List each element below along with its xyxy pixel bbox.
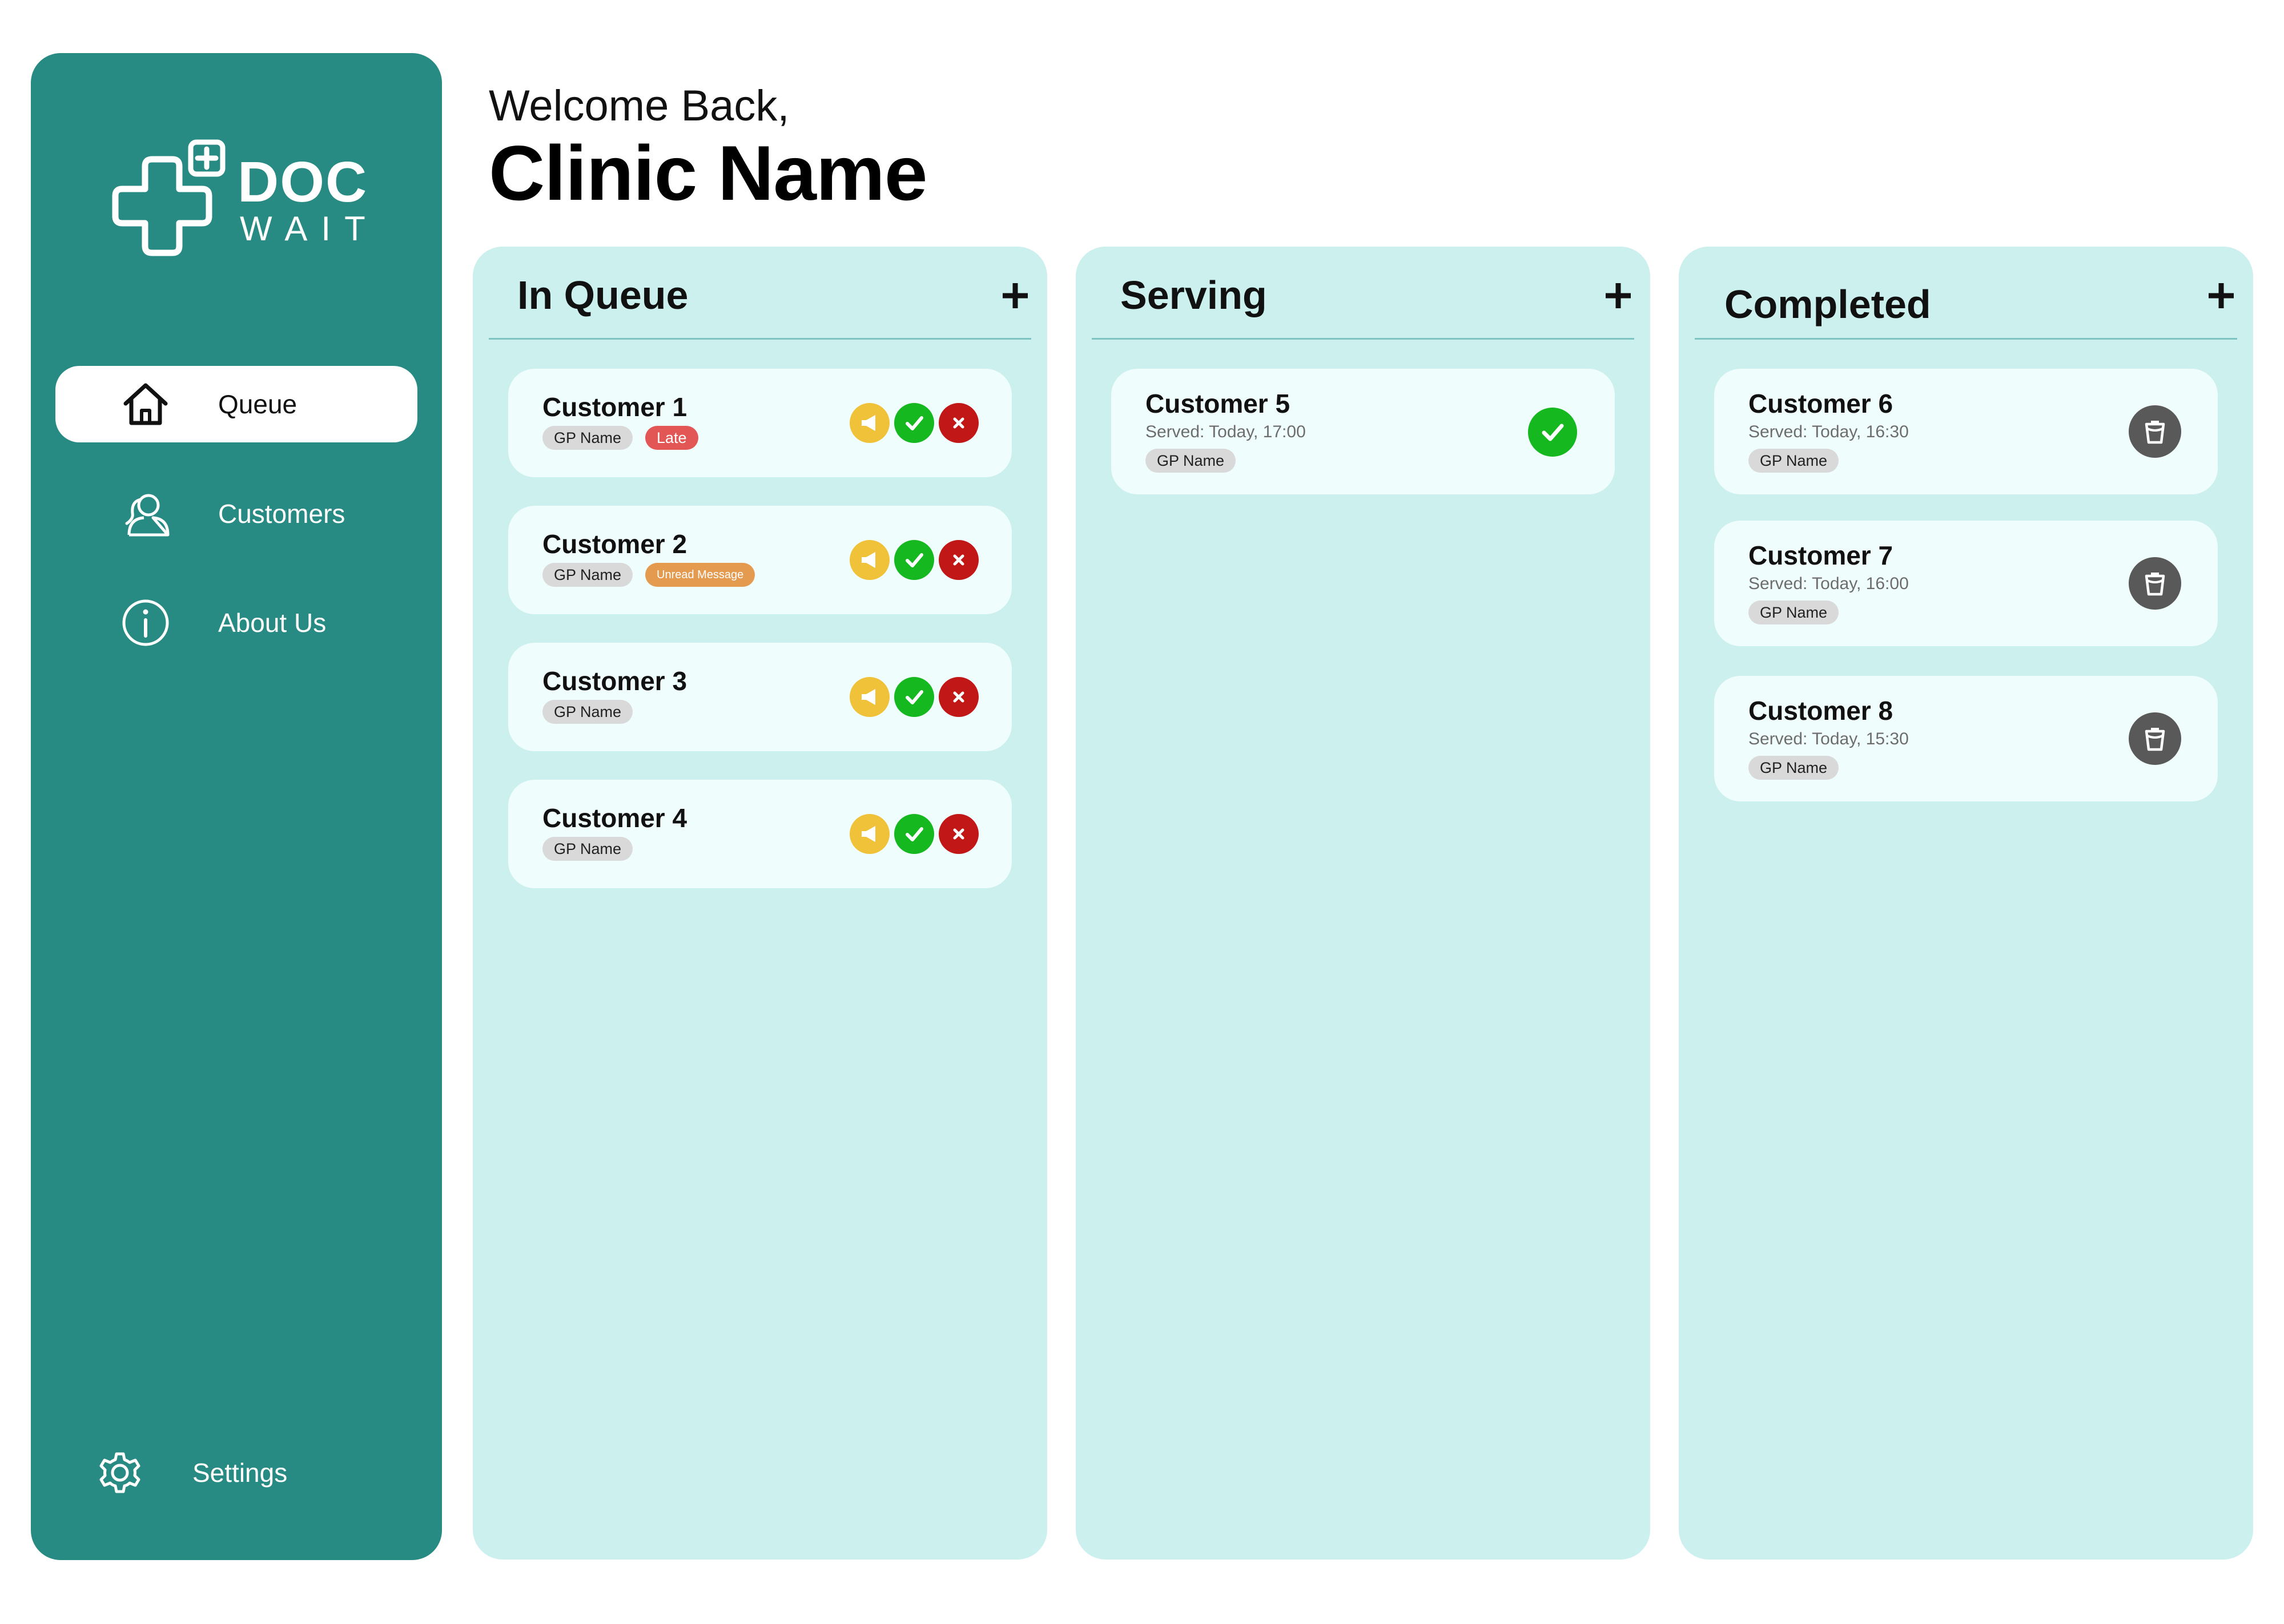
queue-card[interactable]: Customer 4 GP Name [508, 780, 1012, 888]
users-icon [125, 494, 170, 537]
completed-card[interactable]: Customer 8 Served: Today, 15:30 GP Name [1714, 676, 2218, 801]
unread-message-badge: Unread Message [645, 563, 755, 587]
card-actions [850, 677, 979, 717]
gp-name-badge: GP Name [542, 563, 633, 587]
gp-name-badge: GP Name [542, 426, 633, 450]
customer-name: Customer 4 [542, 803, 687, 833]
sidebar-item-about-us[interactable]: About Us [55, 585, 417, 661]
reject-button[interactable] [939, 540, 979, 580]
customer-name: Customer 7 [1748, 541, 1893, 570]
completed-card[interactable]: Customer 6 Served: Today, 16:30 GP Name [1714, 369, 2218, 494]
close-icon [953, 828, 964, 840]
notify-button[interactable] [850, 403, 890, 443]
home-icon [123, 383, 168, 425]
queue-card[interactable]: Customer 1 GP Name Late [508, 369, 1012, 477]
megaphone-icon [862, 826, 875, 842]
sidebar-item-label: Customers [218, 499, 345, 529]
accept-button[interactable] [894, 540, 934, 580]
megaphone-icon [862, 415, 875, 431]
sidebar-item-queue[interactable]: Queue [55, 366, 417, 442]
gp-name-badge: GP Name [1145, 449, 1236, 473]
check-icon [906, 690, 923, 704]
check-icon [906, 553, 923, 567]
customer-name: Customer 6 [1748, 389, 1893, 418]
customer-name: Customer 3 [542, 666, 687, 696]
column-divider [1092, 338, 1634, 340]
column-divider [489, 338, 1031, 340]
served-time: Served: Today, 16:00 [1748, 574, 1909, 593]
reject-button[interactable] [939, 677, 979, 717]
trash-icon [2145, 728, 2165, 751]
customer-name: Customer 8 [1748, 696, 1893, 726]
sidebar-item-label: Settings [192, 1458, 288, 1488]
megaphone-icon [862, 689, 875, 705]
notify-button[interactable] [850, 677, 890, 717]
reject-button[interactable] [939, 403, 979, 443]
reject-button[interactable] [939, 814, 979, 854]
sidebar-item-label: About Us [218, 608, 327, 638]
column-title: Completed [1724, 282, 1931, 327]
gp-name-badge: GP Name [542, 700, 633, 724]
check-icon [906, 827, 923, 841]
delete-button[interactable] [2129, 712, 2181, 765]
brand-subname: WAIT [240, 209, 379, 248]
brand-name: DOC [238, 150, 368, 214]
gear-icon [99, 1452, 140, 1493]
served-time: Served: Today, 15:30 [1748, 730, 1909, 748]
served-time: Served: Today, 17:00 [1145, 422, 1306, 441]
gp-name-badge: GP Name [1748, 756, 1839, 780]
customer-name: Customer 5 [1145, 389, 1290, 418]
completed-card[interactable]: Customer 7 Served: Today, 16:00 GP Name [1714, 521, 2218, 646]
sidebar-item-customers[interactable]: Customers [55, 475, 417, 552]
column-serving: Serving Customer 5 Served: Today, 17:00 … [1076, 247, 1650, 1559]
gp-name-badge: GP Name [1748, 449, 1839, 473]
card-actions [850, 403, 979, 443]
info-icon [122, 599, 169, 646]
sidebar: DOC WAIT Queue Customers About Us Settin… [31, 53, 442, 1560]
check-icon [906, 416, 923, 430]
served-time: Served: Today, 16:30 [1748, 422, 1909, 441]
column-title: In Queue [517, 273, 689, 317]
serving-card[interactable]: Customer 5 Served: Today, 17:00 GP Name [1111, 369, 1615, 494]
queue-card[interactable]: Customer 2 GP Name Unread Message [508, 506, 1012, 614]
notify-button[interactable] [850, 540, 890, 580]
accept-button[interactable] [894, 677, 934, 717]
logo: DOC WAIT [105, 139, 402, 264]
sidebar-item-label: Queue [218, 389, 297, 419]
column-divider [1695, 338, 2237, 340]
close-icon [953, 554, 964, 566]
trash-icon [2145, 573, 2165, 596]
notify-button[interactable] [850, 814, 890, 854]
add-serving-button[interactable] [1603, 281, 1633, 311]
accept-button[interactable] [894, 403, 934, 443]
card-actions [850, 814, 979, 854]
add-completed-button[interactable] [2206, 281, 2236, 311]
complete-button[interactable] [1528, 408, 1577, 457]
column-title: Serving [1120, 273, 1267, 317]
close-icon [953, 417, 964, 429]
delete-button[interactable] [2129, 557, 2181, 610]
close-icon [953, 691, 964, 703]
sidebar-item-settings[interactable]: Settings [55, 1434, 417, 1511]
column-completed: Completed Customer 6 Served: Today, 16:3… [1679, 247, 2253, 1559]
medical-cross-logo-icon [112, 139, 226, 256]
gp-name-badge: GP Name [542, 837, 633, 861]
page-title: Clinic Name [489, 130, 927, 216]
megaphone-icon [862, 552, 875, 568]
check-icon [1542, 424, 1564, 441]
welcome-text: Welcome Back, [489, 82, 790, 130]
gp-name-badge: GP Name [1748, 601, 1839, 624]
trash-icon [2145, 421, 2165, 444]
late-badge: Late [645, 426, 698, 450]
card-actions [850, 540, 979, 580]
accept-button[interactable] [894, 814, 934, 854]
column-in-queue: In Queue Customer 1 GP Name Late Custome… [473, 247, 1047, 1559]
customer-name: Customer 1 [542, 392, 687, 422]
delete-button[interactable] [2129, 405, 2181, 458]
customer-name: Customer 2 [542, 529, 687, 559]
add-customer-button[interactable] [1000, 281, 1030, 311]
queue-card[interactable]: Customer 3 GP Name [508, 643, 1012, 751]
